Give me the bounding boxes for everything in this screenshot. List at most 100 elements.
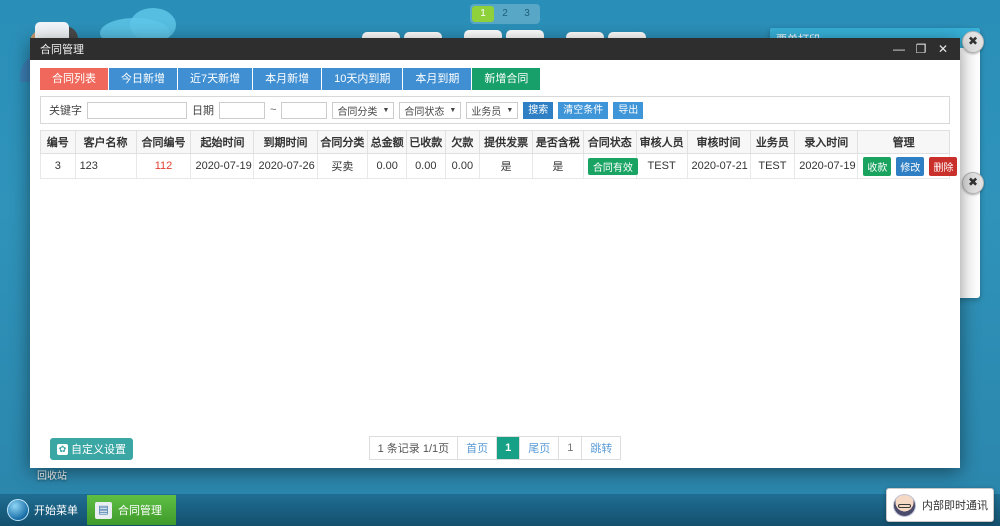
tab-last-7-days-new[interactable]: 近7天新增 bbox=[178, 68, 253, 90]
tab-this-month-new[interactable]: 本月新增 bbox=[253, 68, 322, 90]
minimize-icon[interactable]: — bbox=[888, 42, 910, 56]
col-total: 总金额 bbox=[368, 131, 407, 154]
search-button[interactable]: 搜索 bbox=[523, 102, 553, 119]
window-body: 合同列表 今日新增 近7天新增 本月新增 10天内到期 本月到期 新增合同 关键… bbox=[30, 60, 960, 468]
taskbar-item-contract-management[interactable]: ▤ 合同管理 bbox=[87, 495, 176, 525]
col-status: 合同状态 bbox=[583, 131, 636, 154]
cell-entry-time: 2020-07-19 bbox=[795, 154, 858, 179]
secondary-close-icon[interactable]: ✖ bbox=[962, 172, 984, 194]
tab-expiring-this-month[interactable]: 本月到期 bbox=[403, 68, 472, 90]
tab-add-contract[interactable]: 新增合同 bbox=[472, 68, 540, 90]
cell-owed: 0.00 bbox=[445, 154, 480, 179]
table-header-row: 编号 客户名称 合同编号 起始时间 到期时间 合同分类 总金额 已收款 欠款 提… bbox=[41, 131, 950, 154]
record-info: 1 条记录 1/1页 bbox=[370, 437, 459, 459]
instant-messaging-widget[interactable]: 内部即时通讯 bbox=[886, 488, 994, 522]
status-badge: 合同有效 bbox=[588, 158, 638, 175]
category-select[interactable]: 合同分类 ▼ bbox=[332, 102, 394, 119]
date-range-separator: ~ bbox=[270, 104, 276, 116]
contracts-table: 编号 客户名称 合同编号 起始时间 到期时间 合同分类 总金额 已收款 欠款 提… bbox=[40, 130, 950, 179]
col-customer: 客户名称 bbox=[75, 131, 136, 154]
salesman-select-value: 业务员 bbox=[471, 103, 501, 118]
maximize-icon[interactable]: ❐ bbox=[910, 42, 932, 56]
avatar bbox=[893, 494, 916, 517]
col-received: 已收款 bbox=[406, 131, 445, 154]
date-label: 日期 bbox=[192, 102, 214, 118]
background-window-close-icon[interactable]: ✖ bbox=[962, 31, 984, 53]
current-page-button[interactable]: 1 bbox=[497, 437, 520, 459]
cell-id: 3 bbox=[41, 154, 76, 179]
window-title: 合同管理 bbox=[40, 41, 888, 57]
col-category: 合同分类 bbox=[317, 131, 368, 154]
status-select-value: 合同状态 bbox=[404, 103, 444, 118]
status-select[interactable]: 合同状态 ▼ bbox=[399, 102, 461, 119]
contract-management-window: 合同管理 — ❐ ✕ 合同列表 今日新增 近7天新增 本月新增 10天内到期 本… bbox=[30, 38, 960, 468]
delete-button[interactable]: 删除 bbox=[929, 157, 957, 176]
col-salesman: 业务员 bbox=[750, 131, 795, 154]
cell-salesman: TEST bbox=[750, 154, 795, 179]
first-page-button[interactable]: 首页 bbox=[458, 437, 497, 459]
cell-audit-time: 2020-07-21 bbox=[687, 154, 750, 179]
start-menu-label: 开始菜单 bbox=[34, 502, 78, 518]
col-owed: 欠款 bbox=[445, 131, 480, 154]
keyword-label: 关键字 bbox=[49, 102, 82, 118]
tab-contract-list[interactable]: 合同列表 bbox=[40, 68, 109, 90]
tab-bar: 合同列表 今日新增 近7天新增 本月新增 10天内到期 本月到期 新增合同 bbox=[40, 68, 950, 90]
col-entry-time: 录入时间 bbox=[795, 131, 858, 154]
col-start-date: 起始时间 bbox=[191, 131, 254, 154]
last-page-button[interactable]: 尾页 bbox=[520, 437, 559, 459]
window-titlebar[interactable]: 合同管理 — ❐ ✕ bbox=[30, 38, 960, 60]
edit-button[interactable]: 修改 bbox=[896, 157, 924, 176]
col-auditor: 审核人员 bbox=[636, 131, 687, 154]
cell-customer: 123 bbox=[75, 154, 136, 179]
export-button[interactable]: 导出 bbox=[613, 102, 643, 119]
col-audit-time: 审核时间 bbox=[687, 131, 750, 154]
tab-expiring-10-days[interactable]: 10天内到期 bbox=[322, 68, 403, 90]
pager-page-1[interactable]: 1 bbox=[472, 6, 494, 22]
pager-page-2[interactable]: 2 bbox=[494, 6, 516, 22]
taskbar: 开始菜单 ▤ 合同管理 bbox=[0, 494, 1000, 526]
col-id: 编号 bbox=[41, 131, 76, 154]
filter-bar: 关键字 日期 ~ 合同分类 ▼ 合同状态 ▼ 业务员 ▼ 搜索 bbox=[40, 96, 950, 124]
chevron-down-icon: ▼ bbox=[449, 107, 456, 114]
cell-category: 买卖 bbox=[317, 154, 368, 179]
cloud-decoration bbox=[130, 8, 176, 42]
chevron-down-icon: ▼ bbox=[506, 107, 513, 114]
date-to-input[interactable] bbox=[281, 102, 327, 119]
cell-start-date: 2020-07-19 bbox=[191, 154, 254, 179]
salesman-select[interactable]: 业务员 ▼ bbox=[466, 102, 518, 119]
instant-messaging-label: 内部即时通讯 bbox=[922, 497, 988, 513]
clear-conditions-button[interactable]: 清空条件 bbox=[558, 102, 608, 119]
col-taxed: 是否含税 bbox=[533, 131, 584, 154]
pager-page-3[interactable]: 3 bbox=[516, 6, 538, 22]
table-row[interactable]: 3 123 112 2020-07-19 2020-07-26 买卖 0.00 … bbox=[41, 154, 950, 179]
col-end-date: 到期时间 bbox=[254, 131, 317, 154]
contract-window-icon: ▤ bbox=[95, 502, 112, 519]
pagination-group: 1 条记录 1/1页 首页 1 尾页 1 跳转 bbox=[369, 436, 622, 460]
cell-total: 0.00 bbox=[368, 154, 407, 179]
desktop-pager[interactable]: 1 2 3 bbox=[470, 4, 540, 24]
tab-today-new[interactable]: 今日新增 bbox=[109, 68, 178, 90]
chevron-down-icon: ▼ bbox=[382, 107, 389, 114]
contract-no-link[interactable]: 112 bbox=[155, 160, 173, 172]
close-icon[interactable]: ✕ bbox=[932, 42, 954, 56]
date-from-input[interactable] bbox=[219, 102, 265, 119]
taskbar-item-label: 合同管理 bbox=[118, 502, 162, 518]
col-contract-no: 合同编号 bbox=[136, 131, 191, 154]
desktop: 1 2 3 票单打印 ✖ ✖ 客户 执行 跟单 订单 合同 售后 回收站 bbox=[0, 0, 1000, 526]
col-invoice: 提供发票 bbox=[480, 131, 533, 154]
keyword-input[interactable] bbox=[87, 102, 187, 119]
windows-orb-icon bbox=[7, 499, 29, 521]
pagination: 1 条记录 1/1页 首页 1 尾页 1 跳转 bbox=[30, 436, 960, 460]
jump-page-input[interactable]: 1 bbox=[559, 437, 582, 459]
cell-invoice: 是 bbox=[480, 154, 533, 179]
cell-status: 合同有效 bbox=[583, 154, 636, 179]
cell-taxed: 是 bbox=[533, 154, 584, 179]
start-menu-button[interactable]: 开始菜单 bbox=[4, 496, 87, 524]
cell-auditor: TEST bbox=[636, 154, 687, 179]
collect-payment-button[interactable]: 收款 bbox=[863, 157, 891, 176]
jump-button[interactable]: 跳转 bbox=[582, 437, 620, 459]
cell-actions: 收款 修改 删除 bbox=[858, 154, 950, 179]
cell-end-date: 2020-07-26 bbox=[254, 154, 317, 179]
col-manage: 管理 bbox=[858, 131, 950, 154]
cell-received: 0.00 bbox=[406, 154, 445, 179]
